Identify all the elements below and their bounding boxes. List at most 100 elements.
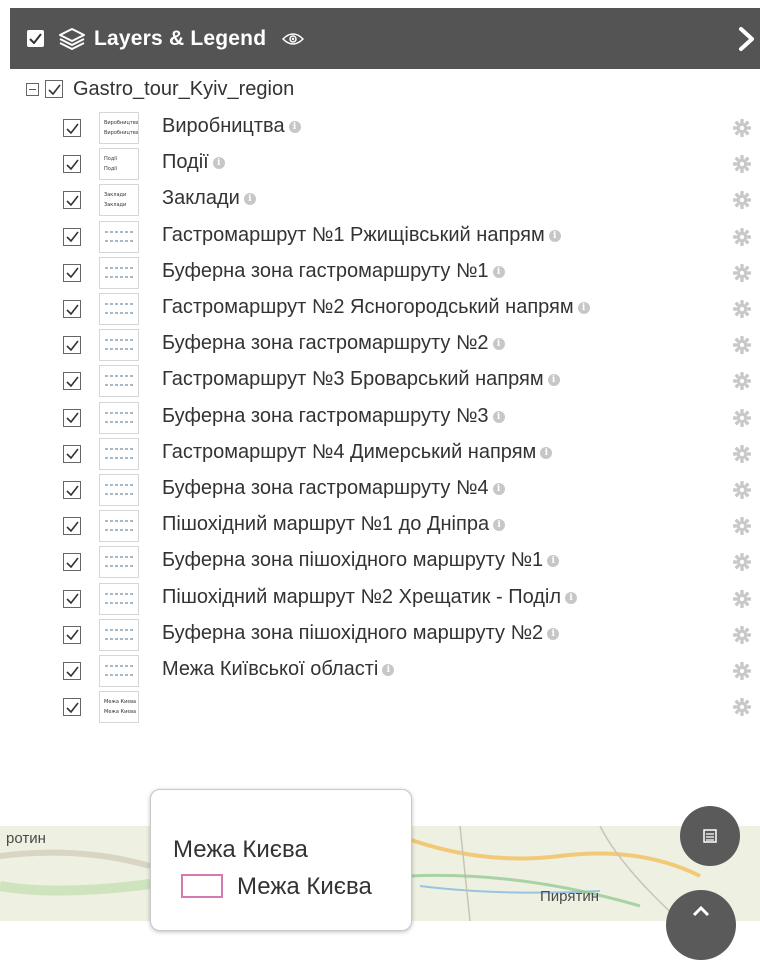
info-icon[interactable]: i [492,410,505,423]
legend-toggle-button[interactable] [680,806,740,866]
layer-label-wrapper[interactable]: Заклади i [162,187,256,210]
layer-label-wrapper[interactable]: Пішохідний маршрут №2 Хрещатик - Поділ i [162,586,578,609]
gear-icon[interactable] [732,263,752,283]
layer-visibility-checkbox[interactable] [63,336,81,355]
thumbnail-graphic [105,303,133,305]
gear-icon[interactable] [732,552,752,572]
layer-label-wrapper[interactable]: Буферна зона пішохідного маршруту №2 i [162,622,560,645]
layer-label-wrapper[interactable]: Гастромаршрут №3 Броварський напрям i [162,368,560,391]
layer-row: Гастромаршрут №4 Димерський напрям i [10,436,760,472]
layer-label-wrapper[interactable]: Гастромаршрут №2 Ясногородський напрям i [162,296,590,319]
layer-label-wrapper[interactable]: Пішохідний маршрут №1 до Дніпра i [162,513,506,536]
layer-visibility-checkbox[interactable] [63,553,81,572]
info-icon[interactable]: i [212,157,225,170]
layer-label-wrapper[interactable]: Події i [162,151,225,174]
layer-label-wrapper[interactable]: Буферна зона пішохідного маршруту №1 i [162,549,560,572]
info-icon[interactable]: i [492,338,505,351]
info-icon[interactable]: i [288,121,301,133]
layer-visibility-checkbox[interactable] [63,300,81,318]
gear-icon[interactable] [732,480,752,500]
layer-row: Пішохідний маршрут №1 до Дніпра i [10,508,760,544]
info-icon[interactable]: i [540,446,553,459]
layer-visibility-checkbox[interactable] [63,662,81,680]
info-icon[interactable]: i [577,302,590,314]
gear-icon[interactable] [732,335,752,355]
thumbnail-graphic [105,556,133,559]
layer-visibility-checkbox[interactable] [63,517,81,536]
eye-icon[interactable] [282,31,305,47]
info-icon[interactable]: i [547,627,560,640]
layer-legend-thumbnail: Межа Києва Межа Києва [99,691,139,724]
layer-visibility-checkbox[interactable] [63,372,81,391]
info-icon[interactable]: i [547,374,560,387]
info-icon[interactable]: i [548,229,561,242]
info-icon[interactable]: i [493,519,506,532]
gear-icon[interactable] [732,625,752,645]
layer-visibility-checkbox[interactable] [63,481,81,499]
info-icon[interactable]: i [492,483,505,495]
layer-label-wrapper[interactable]: Гастромаршрут №4 Димерський напрям i [162,441,553,464]
thumbnail-text: Виробництва [104,130,139,136]
chevron-right-icon[interactable] [738,26,756,52]
layer-visibility-checkbox[interactable] [63,625,81,644]
scroll-up-button[interactable] [666,890,736,960]
checkmark-icon [65,702,79,713]
layer-legend-thumbnail [99,401,139,434]
gear-icon[interactable] [732,118,752,138]
gear-icon[interactable] [732,154,752,174]
thumbnail-graphic [105,637,133,640]
info-icon[interactable]: i [382,664,395,676]
thumbnail-text: Заклади [104,192,127,199]
gear-icon[interactable] [732,190,752,210]
layer-label-wrapper[interactable]: Буферна зона гастромаршруту №4 i [162,477,505,500]
layer-label-wrapper[interactable]: Буферна зона гастромаршруту №2 i [162,332,505,355]
layer-visibility-checkbox[interactable] [63,263,81,282]
thumbnail-graphic [105,628,133,631]
gear-icon[interactable] [732,408,752,428]
layer-visibility-checkbox[interactable] [63,698,81,717]
layer-row: Буферна зона пішохідного маршруту №2 i [10,617,760,653]
gear-icon[interactable] [732,516,752,536]
layer-visibility-checkbox[interactable] [63,444,81,463]
layer-label-wrapper[interactable]: Буферна зона гастромаршруту №3 i [162,405,505,428]
gear-icon[interactable] [732,444,752,464]
info-icon[interactable]: i [547,555,560,568]
layer-legend-thumbnail [99,474,139,506]
checkmark-icon [65,340,79,351]
layer-row: Заклади Заклади Заклади i [10,182,760,218]
info-icon[interactable]: i [565,591,578,604]
info-icon[interactable]: i [492,265,505,278]
toggle-all-checkbox[interactable] [27,30,44,47]
gear-icon[interactable] [732,589,752,609]
layer-label-wrapper[interactable]: Межа Київської області i [162,658,395,681]
layer-visibility-checkbox[interactable] [63,119,81,137]
layer-label-wrapper[interactable]: Виробництва i [162,115,301,138]
thumbnail-text: Межа Києва [104,709,137,716]
thumbnail-graphic [105,674,133,676]
info-icon[interactable]: i [243,193,256,206]
layer-visibility-checkbox[interactable] [63,227,81,246]
collapse-group-button[interactable] [26,82,39,96]
thumbnail-text: Межа Києва [104,699,137,706]
group-checkbox[interactable] [45,80,63,98]
layer-visibility-checkbox[interactable] [63,191,81,210]
legend-swatch [181,874,223,898]
gear-icon[interactable] [732,299,752,319]
layer-name: Гастромаршрут №2 Ясногородський напрям [162,296,574,318]
layer-name: Гастромаршрут №3 Броварський напрям [162,368,544,391]
gear-icon[interactable] [732,227,752,247]
layer-label-wrapper[interactable]: Гастромаршрут №1 Ржищівський напрям i [162,224,561,247]
layer-visibility-checkbox[interactable] [63,155,81,174]
gear-icon[interactable] [732,371,752,391]
layer-visibility-checkbox[interactable] [63,589,81,608]
layer-row: Межа Київської області i [10,653,760,689]
layer-visibility-checkbox[interactable] [63,408,81,427]
thumbnail-graphic [105,601,133,604]
layer-label-wrapper[interactable]: Буферна зона гастромаршруту №1 i [162,260,505,283]
checkmark-icon [65,485,79,496]
thumbnail-graphic [105,312,133,314]
gear-icon[interactable] [732,697,752,717]
gear-icon[interactable] [732,661,752,681]
layer-legend-thumbnail [99,546,139,579]
checkmark-icon [65,593,79,605]
